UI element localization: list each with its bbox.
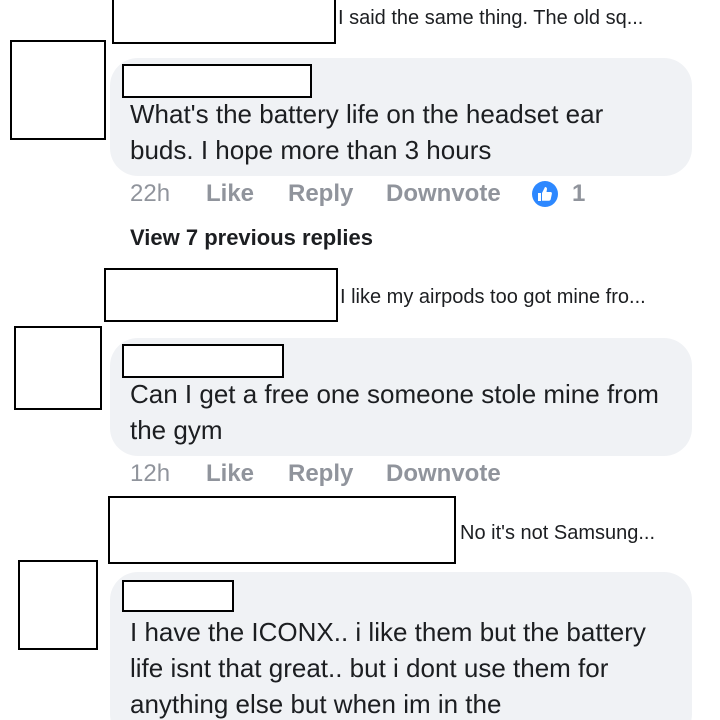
redacted-name-box[interactable]	[122, 580, 234, 612]
reply-preview[interactable]: No it's not Samsung...	[460, 521, 655, 545]
redacted-name-box[interactable]	[122, 344, 284, 378]
comment-bubble: What's the battery life on the headset e…	[110, 58, 692, 176]
redacted-name-box	[104, 268, 338, 322]
downvote-button[interactable]: Downvote	[386, 178, 501, 210]
like-button[interactable]: Like	[206, 178, 254, 210]
reaction-count[interactable]: 1	[572, 178, 585, 210]
redacted-name-box[interactable]	[122, 64, 312, 98]
avatar[interactable]	[10, 40, 106, 140]
comment-bubble: Can I get a free one someone stole mine …	[110, 338, 692, 456]
comment-text: I have the ICONX.. i like them but the b…	[130, 617, 646, 719]
reply-button[interactable]: Reply	[288, 178, 353, 210]
comment-thread: I said the same thing. The old sq... Wha…	[0, 0, 720, 720]
reply-preview[interactable]: I said the same thing. The old sq...	[338, 6, 643, 30]
comment-bubble: I have the ICONX.. i like them but the b…	[110, 572, 692, 720]
comment-text: Can I get a free one someone stole mine …	[130, 379, 659, 445]
downvote-button[interactable]: Downvote	[386, 458, 501, 490]
avatar[interactable]	[14, 326, 102, 410]
like-button[interactable]: Like	[206, 458, 254, 490]
redacted-name-box	[112, 0, 336, 44]
comment-actions: 12h Like Reply Downvote	[130, 458, 550, 490]
view-previous-replies-link[interactable]: View 7 previous replies	[130, 223, 373, 253]
redacted-name-box	[108, 496, 456, 564]
comment-actions: 22h Like Reply Downvote 1	[130, 178, 610, 210]
comment-timestamp[interactable]: 12h	[130, 458, 170, 490]
reply-button[interactable]: Reply	[288, 458, 353, 490]
comment-timestamp[interactable]: 22h	[130, 178, 170, 210]
thumbs-up-icon[interactable]	[532, 181, 558, 207]
avatar[interactable]	[18, 560, 98, 650]
reply-preview[interactable]: I like my airpods too got mine fro...	[340, 285, 646, 309]
comment-text: What's the battery life on the headset e…	[130, 99, 604, 165]
